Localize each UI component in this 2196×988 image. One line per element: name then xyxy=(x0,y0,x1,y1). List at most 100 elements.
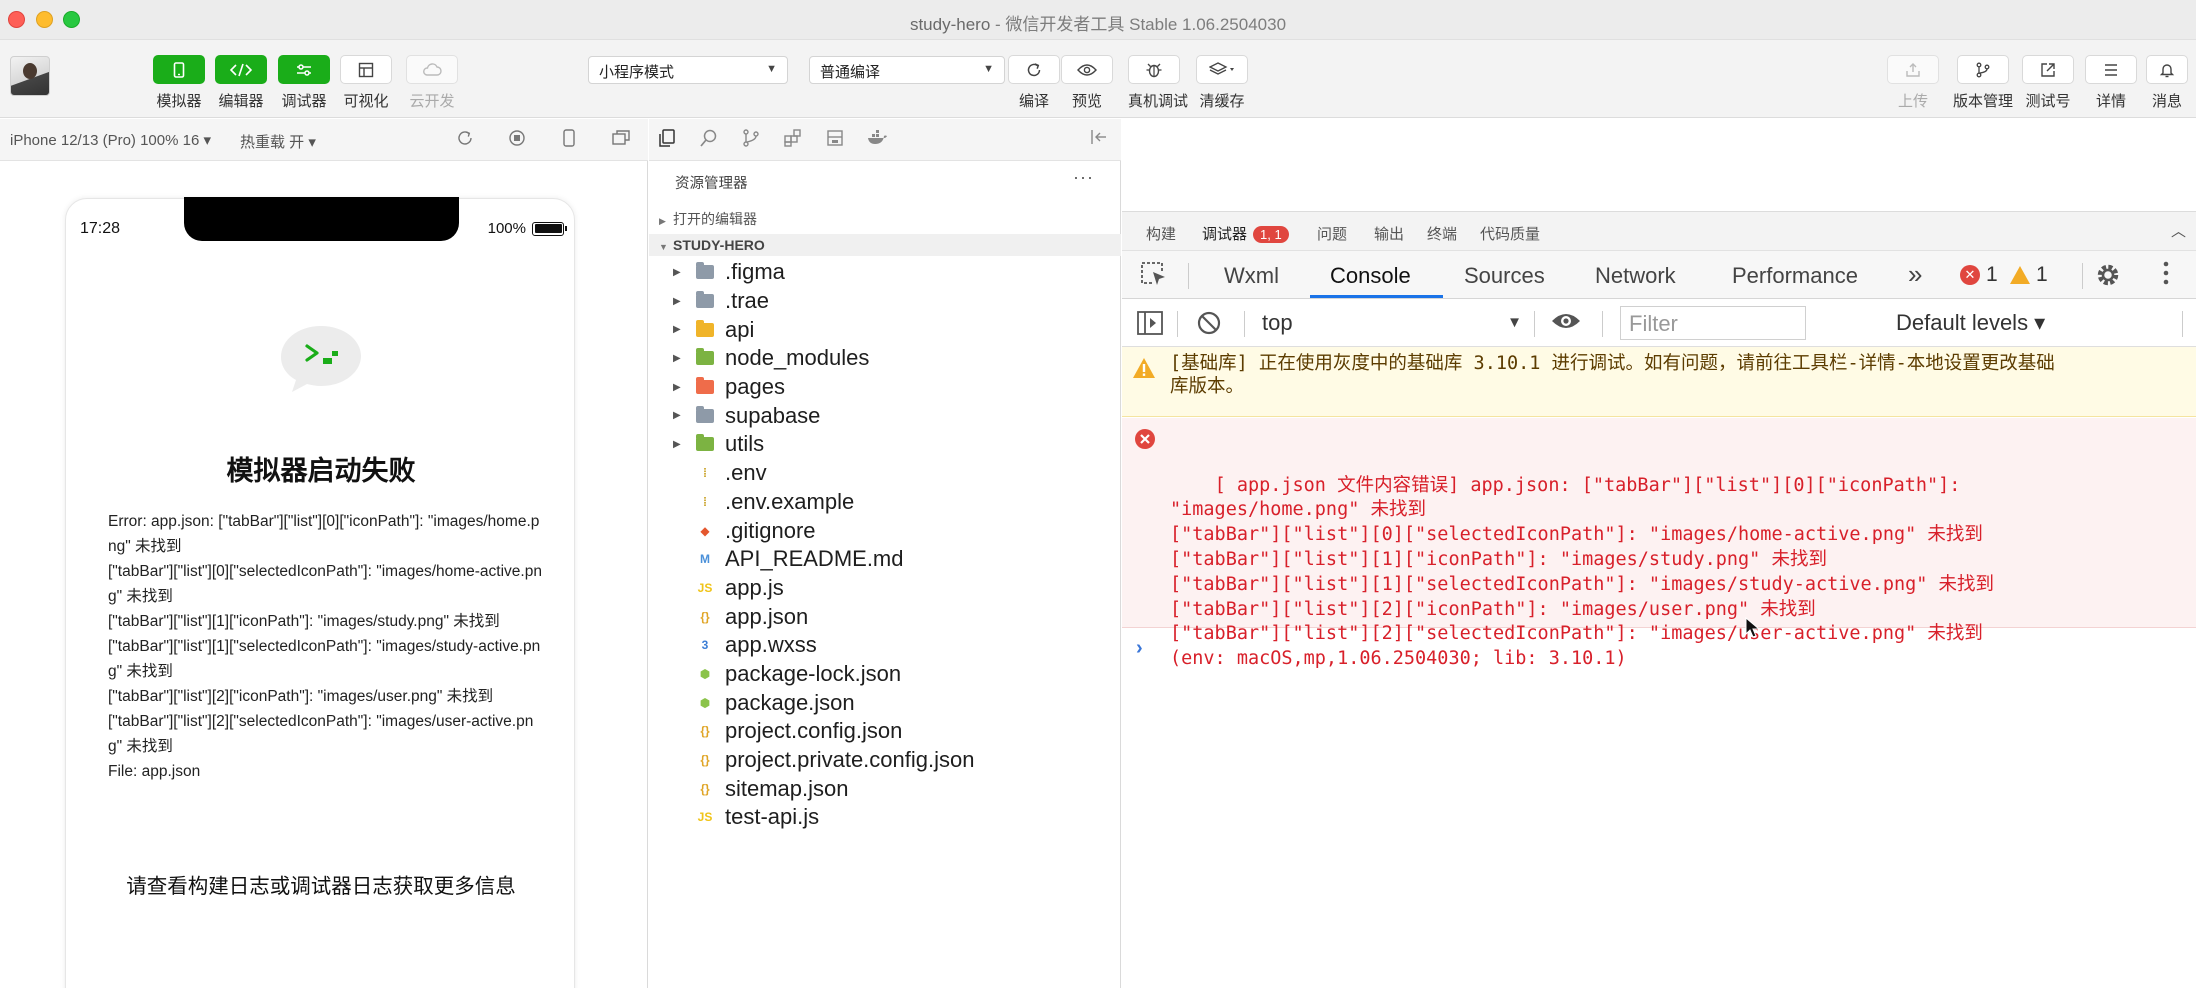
mode-select[interactable]: 小程序模式 ▼ xyxy=(588,56,788,84)
file-item[interactable]: ⁞ .env xyxy=(649,459,1121,488)
more-tabs-icon[interactable]: » xyxy=(1908,259,1922,290)
file-item[interactable]: ◆ .gitignore xyxy=(649,516,1121,545)
chevron-right-icon: ▶ xyxy=(659,216,666,226)
chevron-right-icon: ▶ xyxy=(673,352,681,364)
mouse-cursor-icon xyxy=(1745,617,1761,638)
error-line: ["tabBar"]["list"][2]["iconPath"]: "imag… xyxy=(108,688,494,705)
explorer-title: 资源管理器 xyxy=(675,176,748,192)
window-mode-icon[interactable] xyxy=(610,129,632,151)
clear-cache-button[interactable]: 清缓存 xyxy=(1196,55,1248,111)
tab-sources[interactable]: Sources xyxy=(1464,263,1545,289)
user-avatar[interactable] xyxy=(10,56,50,96)
caret-down-icon: ▼ xyxy=(983,63,994,75)
collapse-panel-icon[interactable]: ︿ xyxy=(2171,220,2186,241)
collapse-panel-icon[interactable] xyxy=(1087,128,1111,152)
tab-performance[interactable]: Performance xyxy=(1732,263,1858,289)
real-device-debug-button[interactable]: 真机调试 xyxy=(1128,55,1188,111)
reload-icon[interactable] xyxy=(454,129,476,151)
tab-network[interactable]: Network xyxy=(1595,263,1676,289)
device-select[interactable]: iPhone 12/13 (Pro) 100% 16 ▾ xyxy=(10,131,211,149)
tab-console[interactable]: Console xyxy=(1330,263,1411,289)
open-editors-section[interactable]: ▶ 打开的编辑器 xyxy=(649,205,1121,233)
folder-item[interactable]: ▶ node_modules xyxy=(649,344,1121,373)
upload-icon xyxy=(1887,55,1939,84)
status-time: 17:28 xyxy=(80,220,121,237)
cloud-button[interactable]: 云开发 xyxy=(406,55,458,111)
tab-wxml[interactable]: Wxml xyxy=(1224,263,1279,289)
chevron-right-icon: ▶ xyxy=(673,410,681,422)
tab-build[interactable]: 构建 xyxy=(1146,223,1176,244)
refresh-icon xyxy=(1008,55,1060,84)
debugger-button[interactable]: 调试器 xyxy=(278,55,330,111)
phone-mode-icon[interactable] xyxy=(558,129,580,151)
messages-button[interactable]: 消息 xyxy=(2146,55,2188,111)
editor-button[interactable]: 编辑器 xyxy=(215,55,267,111)
file-item[interactable]: {} sitemap.json xyxy=(649,774,1121,803)
error-counter[interactable]: ✕ 1 xyxy=(1960,263,1998,287)
extensions-icon[interactable] xyxy=(781,128,805,152)
version-management-button[interactable]: 版本管理 xyxy=(1952,55,2014,111)
console-prompt[interactable]: › xyxy=(1136,637,1143,660)
test-account-button[interactable]: 测试号 xyxy=(2022,55,2074,111)
tab-output[interactable]: 输出 xyxy=(1374,223,1404,244)
file-item[interactable]: ⬢ package.json xyxy=(649,688,1121,717)
kebab-menu-icon[interactable] xyxy=(2162,259,2170,293)
file-type-icon: {} xyxy=(700,753,710,768)
log-levels-select[interactable]: Default levels ▾ xyxy=(1896,310,2045,336)
file-item[interactable]: ⁞ .env.example xyxy=(649,488,1121,517)
file-item[interactable]: JS test-api.js xyxy=(649,803,1121,832)
project-section[interactable]: ▼ STUDY-HERO xyxy=(649,234,1121,256)
settings-gear-icon[interactable] xyxy=(2094,261,2122,296)
search-icon[interactable] xyxy=(697,128,721,152)
hot-reload-toggle[interactable]: 热重载 开 ▾ xyxy=(240,131,316,152)
file-item[interactable]: {} project.config.json xyxy=(649,717,1121,746)
details-button[interactable]: 详情 xyxy=(2085,55,2137,111)
folder-item[interactable]: ▶ api xyxy=(649,315,1121,344)
compile-mode-select[interactable]: 普通编译 ▼ xyxy=(809,56,1005,84)
clear-console-icon[interactable] xyxy=(1196,310,1222,343)
files-icon[interactable] xyxy=(655,128,679,152)
editor-area xyxy=(1122,119,2196,211)
file-item[interactable]: 3 app.wxss xyxy=(649,631,1121,660)
folder-item[interactable]: ▶ utils xyxy=(649,430,1121,459)
file-item[interactable]: ⬢ package-lock.json xyxy=(649,660,1121,689)
tree-item-label: utils xyxy=(725,431,765,457)
inspect-element-icon[interactable] xyxy=(1140,261,1168,294)
more-icon[interactable]: ··· xyxy=(1073,167,1094,188)
explorer-activity-bar xyxy=(649,119,1121,161)
folder-item[interactable]: ▶ supabase xyxy=(649,401,1121,430)
devtools-tabbar: Wxml Console Sources Network Performance… xyxy=(1122,251,2196,299)
source-control-icon[interactable] xyxy=(739,128,763,152)
compile-button[interactable]: 编译 xyxy=(1008,55,1060,111)
folder-item[interactable]: ▶ pages xyxy=(649,373,1121,402)
warning-counter[interactable]: 1 xyxy=(2010,263,2048,287)
file-item[interactable]: {} project.private.config.json xyxy=(649,746,1121,775)
debugger-badge: 1, 1 xyxy=(1253,226,1289,243)
folder-item[interactable]: ▶ .figma xyxy=(649,258,1121,287)
file-item[interactable]: JS app.js xyxy=(649,574,1121,603)
upload-button[interactable]: 上传 xyxy=(1887,55,1939,111)
tab-terminal[interactable]: 终端 xyxy=(1427,223,1457,244)
console-error-message: [ app.json 文件内容错误] app.json: ["tabBar"][… xyxy=(1122,418,2196,669)
tab-debugger[interactable]: 调试器 1, 1 xyxy=(1202,223,1289,244)
file-item[interactable]: M API_README.md xyxy=(649,545,1121,574)
live-expression-eye-icon[interactable] xyxy=(1550,310,1582,339)
visual-button[interactable]: 可视化 xyxy=(340,55,392,111)
file-type-icon: ⬢ xyxy=(699,666,711,681)
storage-icon[interactable] xyxy=(823,128,847,152)
tab-code-quality[interactable]: 代码质量 xyxy=(1480,223,1540,244)
folder-item[interactable]: ▶ .trae xyxy=(649,287,1121,316)
console-filter-input[interactable]: Filter xyxy=(1620,306,1806,340)
error-icon xyxy=(1135,429,1155,449)
stop-icon[interactable] xyxy=(506,129,528,151)
simulator-button[interactable]: 模拟器 xyxy=(153,55,205,111)
tab-problems[interactable]: 问题 xyxy=(1317,223,1347,244)
docker-icon[interactable] xyxy=(865,128,889,152)
caret-down-icon: ▼ xyxy=(766,63,777,75)
sidebar-toggle-icon[interactable] xyxy=(1136,310,1164,343)
context-select[interactable]: top ▼ xyxy=(1262,310,1522,336)
preview-button[interactable]: 预览 xyxy=(1061,55,1113,111)
file-item[interactable]: {} app.json xyxy=(649,602,1121,631)
chevron-right-icon: ▶ xyxy=(673,438,681,450)
folder-icon xyxy=(695,319,715,339)
